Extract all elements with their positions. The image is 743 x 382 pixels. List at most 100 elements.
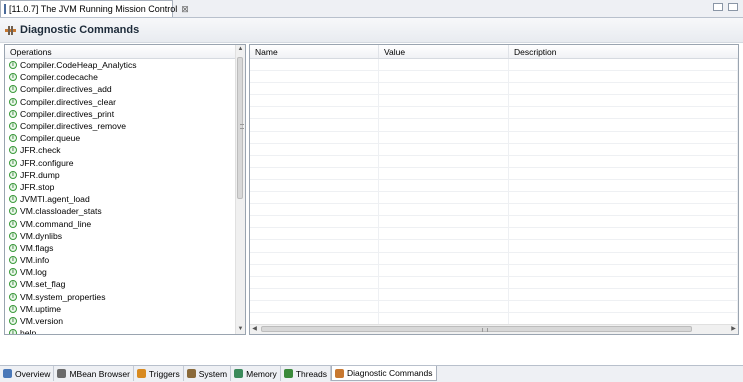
- list-item[interactable]: i Compiler.CodeHeap_Analytics: [5, 59, 235, 71]
- table-cell: [379, 119, 509, 131]
- table-cell: [379, 264, 509, 276]
- scroll-left-icon[interactable]: ◀: [250, 325, 259, 334]
- operation-label: help: [20, 328, 37, 334]
- tab-label: MBean Browser: [69, 368, 130, 379]
- list-item[interactable]: i Compiler.directives_print: [5, 108, 235, 120]
- table-cell: [509, 312, 738, 325]
- table-row[interactable]: [250, 240, 738, 253]
- list-item[interactable]: i VM.dynlibs: [5, 230, 235, 242]
- tab-label: Overview: [15, 368, 51, 379]
- operation-label: JFR.dump: [20, 169, 60, 180]
- list-item[interactable]: i VM.info: [5, 254, 235, 266]
- list-item[interactable]: i JFR.configure: [5, 157, 235, 169]
- overview-icon: [3, 369, 12, 378]
- table-row[interactable]: [250, 288, 738, 301]
- table-row[interactable]: [250, 71, 738, 84]
- list-item[interactable]: i Compiler.directives_add: [5, 83, 235, 95]
- column-header-name[interactable]: Name: [250, 45, 379, 58]
- list-item[interactable]: i VM.set_flag: [5, 278, 235, 290]
- operation-label: JVMTI.agent_load: [20, 194, 90, 205]
- tab-system[interactable]: System: [184, 366, 232, 381]
- table-cell: [509, 143, 738, 155]
- operation-label: VM.classloader_stats: [20, 206, 102, 217]
- table-cell: [250, 192, 379, 204]
- maximize-icon[interactable]: [728, 3, 738, 11]
- table-cell: [250, 143, 379, 155]
- info-icon: i: [9, 280, 17, 289]
- column-header-value[interactable]: Value: [379, 45, 509, 58]
- table-cell: [509, 240, 738, 252]
- details-table-header: Name Value Description: [250, 45, 738, 59]
- list-item[interactable]: i VM.uptime: [5, 303, 235, 315]
- list-item[interactable]: i JFR.check: [5, 144, 235, 156]
- table-row[interactable]: [250, 300, 738, 313]
- list-item[interactable]: i VM.command_line: [5, 217, 235, 229]
- operations-column-header[interactable]: Operations: [5, 45, 245, 59]
- table-row[interactable]: [250, 192, 738, 205]
- table-row[interactable]: [250, 143, 738, 156]
- scrollbar-thumb[interactable]: [261, 326, 692, 332]
- scroll-up-icon[interactable]: ▲: [236, 45, 245, 54]
- close-icon[interactable]: ⊠: [181, 4, 189, 15]
- scroll-down-icon[interactable]: ▼: [236, 325, 245, 334]
- table-cell: [509, 204, 738, 216]
- table-row[interactable]: [250, 276, 738, 289]
- tab-triggers[interactable]: Triggers: [134, 366, 184, 381]
- table-row[interactable]: [250, 264, 738, 277]
- tab-memory[interactable]: Memory: [231, 366, 281, 381]
- table-row[interactable]: [250, 83, 738, 96]
- operation-label: JFR.check: [20, 145, 61, 156]
- tab-diagnostic-commands[interactable]: Diagnostic Commands: [331, 366, 437, 381]
- table-row[interactable]: [250, 107, 738, 120]
- operation-label: VM.flags: [20, 242, 54, 253]
- table-cell: [379, 71, 509, 83]
- tab-label: System: [198, 368, 228, 379]
- editor-tab-bar: [11.0.7] The JVM Running Mission Control…: [0, 0, 743, 18]
- table-cell: [379, 155, 509, 167]
- tab-overview[interactable]: Overview: [0, 366, 55, 381]
- list-item[interactable]: i Compiler.directives_remove: [5, 120, 235, 132]
- table-cell: [509, 95, 738, 107]
- list-item[interactable]: i Compiler.directives_clear: [5, 96, 235, 108]
- memory-icon: [234, 369, 244, 378]
- list-item[interactable]: i JFR.stop: [5, 181, 235, 193]
- column-header-description[interactable]: Description: [509, 45, 738, 58]
- table-cell: [509, 107, 738, 119]
- table-row[interactable]: [250, 59, 738, 72]
- info-icon: i: [9, 97, 17, 106]
- table-row[interactable]: [250, 119, 738, 132]
- list-item[interactable]: i JVMTI.agent_load: [5, 193, 235, 205]
- tab-mbean-browser[interactable]: MBean Browser: [54, 366, 134, 381]
- list-item[interactable]: i JFR.dump: [5, 169, 235, 181]
- table-row[interactable]: [250, 204, 738, 217]
- list-item[interactable]: i VM.system_properties: [5, 291, 235, 303]
- editor-tab[interactable]: [11.0.7] The JVM Running Mission Control…: [0, 0, 189, 17]
- tab-threads[interactable]: Threads: [281, 366, 331, 381]
- info-icon: i: [9, 122, 17, 131]
- minimize-icon[interactable]: [713, 3, 723, 11]
- table-cell: [509, 264, 738, 276]
- list-item[interactable]: i VM.classloader_stats: [5, 205, 235, 217]
- table-row[interactable]: [250, 179, 738, 193]
- table-row[interactable]: [250, 131, 738, 144]
- operations-vertical-scrollbar[interactable]: ▲ ▼: [235, 45, 245, 334]
- table-row[interactable]: [250, 216, 738, 229]
- diagnostic-commands-icon: [335, 368, 344, 378]
- scrollbar-thumb[interactable]: [237, 57, 244, 199]
- list-item[interactable]: i Compiler.queue: [5, 132, 235, 144]
- scroll-right-icon[interactable]: ▶: [729, 325, 738, 334]
- table-cell: [250, 71, 379, 83]
- table-row[interactable]: [250, 228, 738, 241]
- list-item[interactable]: i VM.version: [5, 315, 235, 327]
- operation-label: VM.info: [20, 255, 50, 266]
- table-row[interactable]: [250, 252, 738, 265]
- details-horizontal-scrollbar[interactable]: ◀ ▶: [250, 324, 738, 334]
- list-item[interactable]: i VM.log: [5, 266, 235, 278]
- table-row[interactable]: [250, 95, 738, 108]
- list-item[interactable]: i VM.flags: [5, 242, 235, 254]
- table-row[interactable]: [250, 155, 738, 168]
- list-item[interactable]: i help: [5, 327, 235, 334]
- list-item[interactable]: i Compiler.codecache: [5, 71, 235, 83]
- info-icon: i: [9, 207, 17, 216]
- table-row[interactable]: [250, 167, 738, 180]
